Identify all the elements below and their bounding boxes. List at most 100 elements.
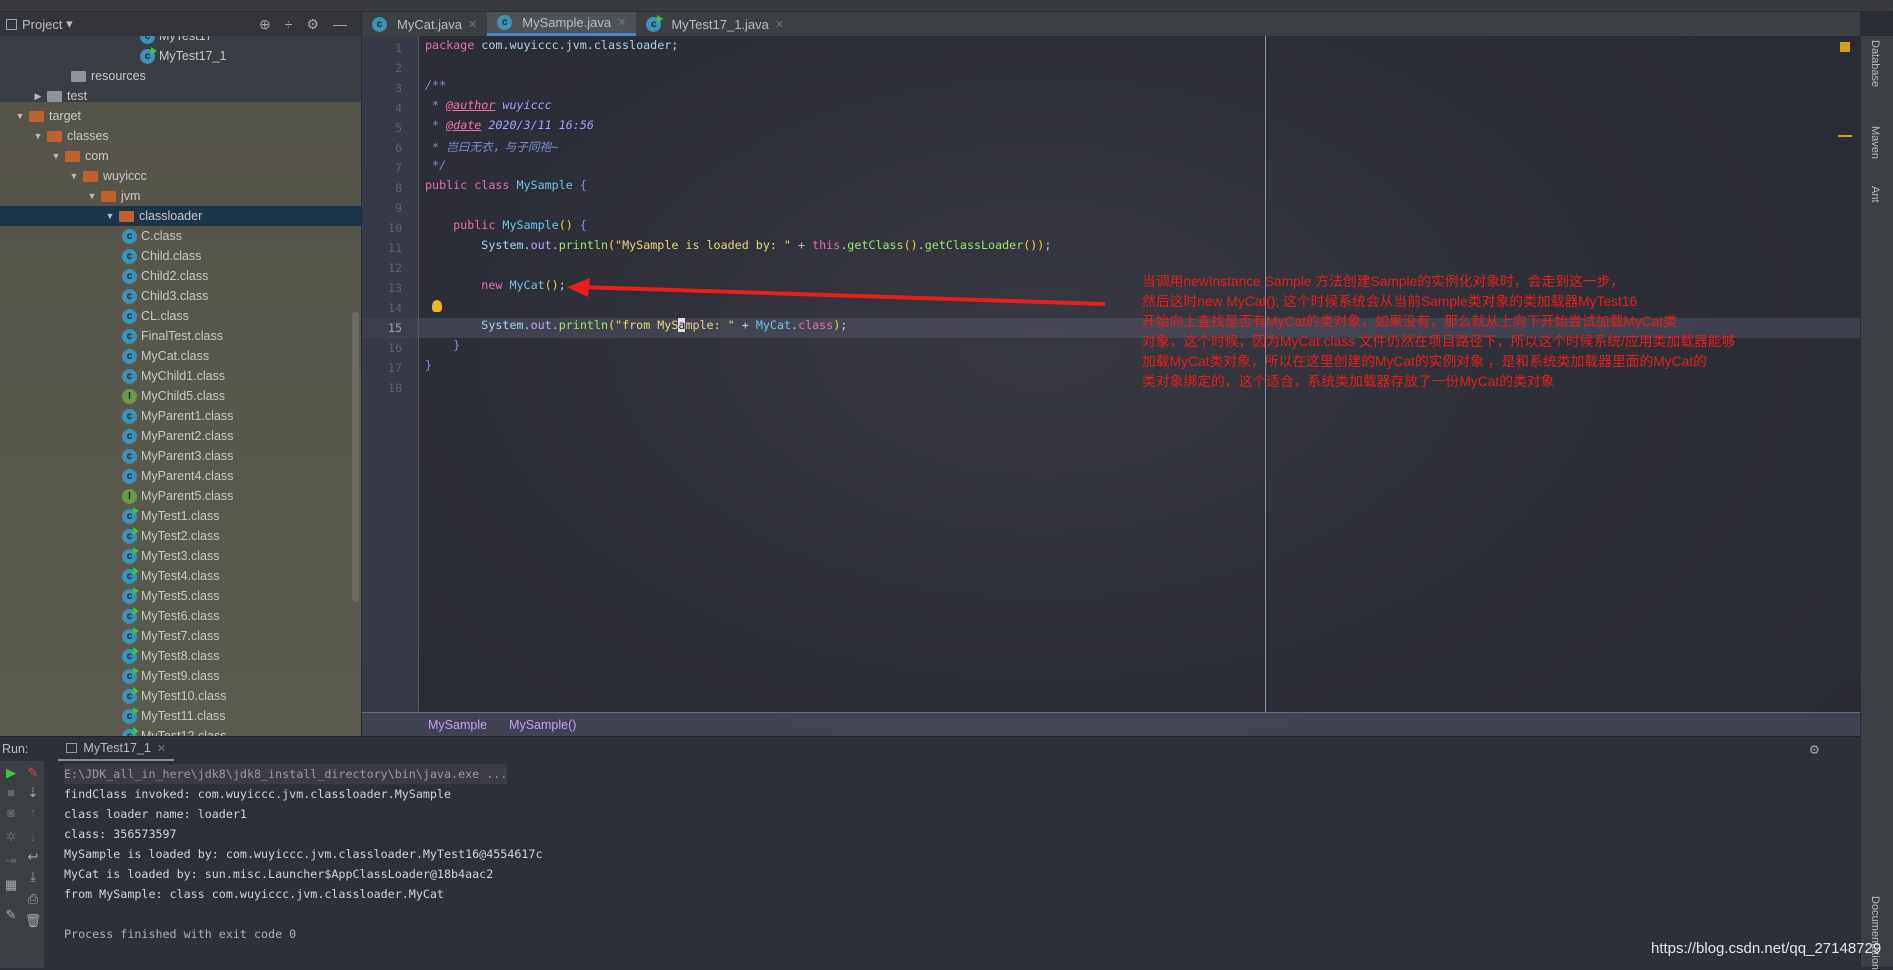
class-icon: c (122, 408, 137, 424)
breadcrumb-class[interactable]: MySample (428, 718, 487, 732)
soft-wrap-icon[interactable]: ↩ (22, 849, 44, 865)
gear-icon[interactable]: ⚙ (306, 16, 319, 33)
scroll-to-end-icon[interactable]: ⤓ (22, 869, 44, 885)
project-view-selector[interactable]: Project (22, 17, 62, 32)
tree-item[interactable]: ▼ jvm (0, 186, 361, 206)
tree-scrollbar[interactable] (352, 312, 359, 602)
tree-item[interactable]: ▼ target (0, 106, 361, 126)
expand-arrow-icon[interactable]: ▼ (14, 111, 26, 121)
warning-marker[interactable] (1840, 42, 1850, 52)
code-token: MySample (502, 218, 559, 232)
code-token: ; (558, 278, 566, 292)
code-token: println (558, 318, 608, 332)
tree-item[interactable]: c MyCat.class (0, 346, 361, 366)
tree-item[interactable]: c MyTest11.class (0, 706, 361, 726)
code-token: out (530, 238, 552, 252)
tree-item[interactable]: c MyTest8.class (0, 646, 361, 666)
breadcrumb-method[interactable]: MySample() (509, 718, 576, 732)
runnable-class-icon: c (122, 726, 139, 736)
clear-icon[interactable]: ✎ (22, 765, 44, 781)
tree-item[interactable]: c MyTest7.class (0, 626, 361, 646)
tab-mysample-java[interactable]: c MySample.java ✕ (487, 12, 637, 36)
close-icon[interactable]: ✕ (157, 742, 166, 755)
tree-item[interactable]: c MyTest10.class (0, 686, 361, 706)
down-icon[interactable]: ↓ (22, 829, 44, 844)
tree-item[interactable]: c MyTest5.class (0, 586, 361, 606)
trash-icon[interactable]: 🗑 (22, 913, 44, 929)
tree-item[interactable]: c MyTest1.class (0, 506, 361, 526)
tree-item[interactable]: ▼ com (0, 146, 361, 166)
collapse-arrow-icon[interactable]: ▶ (32, 91, 44, 102)
tree-item[interactable]: c Child.class (0, 246, 361, 266)
exit-icon[interactable]: ⇥ (0, 853, 22, 869)
stop-icon[interactable]: ■ (0, 785, 22, 800)
tree-item[interactable]: c CL.class (0, 306, 361, 326)
tree-item[interactable]: c MyTest3.class (0, 546, 361, 566)
sort-icon[interactable]: ⇣ (22, 785, 44, 801)
tree-item[interactable]: c MyParent4.class (0, 466, 361, 486)
tree-item-label: CL.class (141, 309, 189, 323)
expand-arrow-icon[interactable]: ▼ (104, 211, 116, 221)
maven-tool-button[interactable]: Maven (1869, 126, 1881, 159)
expand-arrow-icon[interactable]: ▼ (68, 171, 80, 181)
tree-item[interactable]: c C.class (0, 226, 361, 246)
tree-item[interactable]: I MyParent5.class (0, 486, 361, 506)
tree-item[interactable]: ▼ classloader (0, 206, 361, 226)
documentation-tool-button[interactable]: Documentation (1869, 896, 1881, 970)
camera-icon[interactable]: ◙ (0, 805, 22, 820)
tab-mycat-java[interactable]: c MyCat.java ✕ (362, 12, 487, 36)
tree-item[interactable]: c MyParent1.class (0, 406, 361, 426)
tree-item[interactable]: ▼ wuyiccc (0, 166, 361, 186)
tree-item[interactable]: c FinalTest.class (0, 326, 361, 346)
code-token: { (579, 218, 587, 232)
folder-icon (71, 70, 86, 82)
print-icon[interactable]: ⎙ (22, 891, 44, 907)
collapse-all-icon[interactable]: ÷ (285, 16, 293, 33)
tree-item[interactable]: ▼ classes (0, 126, 361, 146)
tree-item[interactable]: c Child3.class (0, 286, 361, 306)
tree-item-label: MyParent3.class (141, 449, 234, 463)
close-icon[interactable]: ✕ (617, 16, 626, 29)
close-icon[interactable]: ✕ (775, 18, 784, 31)
line-number: 11 (387, 241, 402, 255)
layout-icon[interactable]: ▦ (0, 877, 22, 893)
debug-icon[interactable]: ✲ (0, 829, 22, 845)
interface-icon: I (122, 488, 137, 504)
tree-item[interactable]: c MyTest6.class (0, 606, 361, 626)
tree-item[interactable]: I MyChild5.class (0, 386, 361, 406)
code-token: getClassLoader (924, 238, 1024, 252)
navigation-bar (0, 0, 1893, 12)
code-token: "from MyS (615, 318, 679, 332)
locate-icon[interactable]: ⊕ (259, 16, 271, 33)
error-stripe-mark[interactable] (1838, 135, 1852, 137)
tree-item[interactable]: c MyParent2.class (0, 426, 361, 446)
tree-item[interactable]: c MyTest4.class (0, 566, 361, 586)
tree-item[interactable]: c MyTest9.class (0, 666, 361, 686)
expand-arrow-icon[interactable]: ▼ (32, 131, 44, 141)
hide-icon[interactable]: — (333, 16, 347, 33)
tree-item[interactable]: c MyTest17_1 (0, 46, 361, 66)
runnable-class-icon: c (122, 686, 139, 704)
tree-item[interactable]: resources (0, 66, 361, 86)
gear-icon[interactable]: ⚙ (1809, 742, 1820, 757)
ant-tool-button[interactable]: Ant (1869, 186, 1881, 203)
expand-arrow-icon[interactable]: ▼ (86, 191, 98, 201)
tree-item[interactable]: c MyTest12.class (0, 726, 361, 736)
tree-item[interactable]: ▶ test (0, 86, 361, 106)
tree-item[interactable]: c MyParent3.class (0, 446, 361, 466)
pin-icon[interactable]: ✎ (0, 907, 22, 923)
tree-item[interactable]: c Child2.class (0, 266, 361, 286)
expand-arrow-icon[interactable]: ▼ (50, 151, 62, 161)
chevron-down-icon[interactable]: ▾ (66, 16, 73, 32)
tree-item[interactable]: c MyTest17 (0, 36, 361, 46)
rerun-icon[interactable]: ▶ (0, 765, 22, 781)
tab-mytest17-1-java[interactable]: c MyTest17_1.java ✕ (636, 12, 794, 36)
up-icon[interactable]: ↑ (22, 805, 44, 820)
close-icon[interactable]: ✕ (468, 18, 477, 31)
database-tool-button[interactable]: Database (1869, 40, 1881, 87)
run-tab[interactable]: MyTest17_1 ✕ (58, 737, 175, 761)
code-token: } (425, 338, 461, 352)
tree-item[interactable]: c MyChild1.class (0, 366, 361, 386)
lightbulb-icon[interactable] (432, 300, 442, 312)
tree-item[interactable]: c MyTest2.class (0, 526, 361, 546)
